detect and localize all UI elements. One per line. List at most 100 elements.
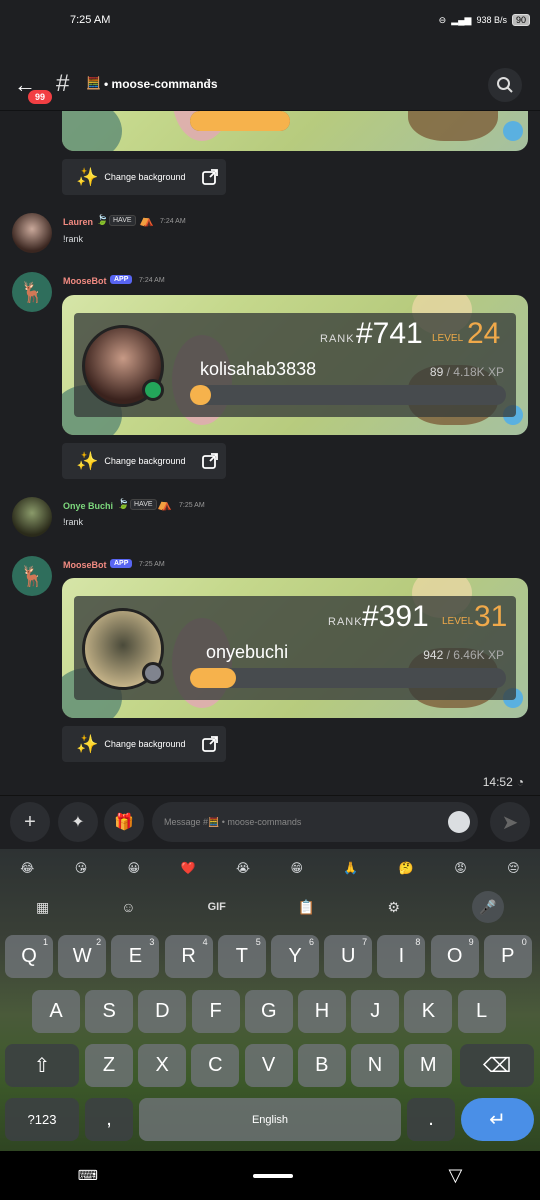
- system-nav-bar: ⌨ ▽: [0, 1151, 540, 1200]
- key-n[interactable]: N: [351, 1044, 399, 1087]
- key-y[interactable]: Y6: [271, 935, 319, 978]
- button-label: Change background: [104, 456, 186, 466]
- key-g[interactable]: G: [244, 990, 293, 1033]
- grid-icon[interactable]: ▦: [36, 899, 49, 916]
- key-l[interactable]: L: [457, 990, 506, 1033]
- shift-key[interactable]: ⇧: [5, 1044, 79, 1087]
- key-o[interactable]: O9: [430, 935, 479, 978]
- username[interactable]: Lauren: [63, 217, 93, 227]
- clipboard-icon[interactable]: 📋: [298, 899, 315, 916]
- username[interactable]: Onye Buchi: [63, 501, 113, 511]
- backspace-key[interactable]: ⌫: [460, 1044, 534, 1087]
- comma-key[interactable]: ,: [85, 1098, 133, 1141]
- key-r[interactable]: R4: [164, 935, 213, 978]
- emoji-suggestion[interactable]: 😭: [236, 861, 250, 875]
- xp-progress-fill: [190, 668, 237, 688]
- button-label: Change background: [104, 739, 186, 749]
- emoji-suggestion[interactable]: 🙏: [343, 861, 358, 875]
- rank-card[interactable]: RANK #741 LEVEL 24 kolisahab3838 89 / 4.…: [62, 295, 528, 435]
- emoji-suggestion[interactable]: 😂: [20, 861, 34, 875]
- key-e[interactable]: E3: [111, 935, 160, 978]
- enter-key[interactable]: ↵: [461, 1098, 534, 1141]
- sticker-icon[interactable]: ☺: [121, 899, 135, 915]
- rank-label: RANK: [328, 616, 363, 628]
- timestamp: 7:24 AM: [160, 218, 186, 225]
- key-w[interactable]: W2: [58, 935, 107, 978]
- settings-gear-icon[interactable]: ⚙: [387, 899, 400, 916]
- change-background-button[interactable]: ✨ Change background: [62, 443, 226, 479]
- space-key[interactable]: English: [139, 1098, 401, 1141]
- symbols-key[interactable]: ?123: [5, 1098, 79, 1141]
- emoji-suggestion[interactable]: 😔: [507, 861, 520, 875]
- hide-keyboard-icon[interactable]: ▽: [449, 1165, 463, 1186]
- key-c-label: C: [208, 1054, 223, 1076]
- period-key[interactable]: .: [407, 1098, 455, 1141]
- key-v[interactable]: V: [244, 1044, 293, 1087]
- emoji-suggestion[interactable]: 😁: [290, 861, 303, 875]
- xp-total: / 6.46K XP: [446, 648, 504, 662]
- key-t[interactable]: T5: [217, 935, 266, 978]
- moosebot-avatar[interactable]: 🦌: [12, 556, 52, 596]
- bot-name[interactable]: MooseBot: [63, 560, 107, 570]
- change-background-button[interactable]: ✨ Change background: [62, 726, 226, 762]
- key-number-hint: 2: [96, 937, 102, 947]
- bot-name[interactable]: MooseBot: [63, 276, 107, 286]
- emoji-suggestion[interactable]: 😘: [75, 861, 88, 875]
- emoji-suggestion-row: 😂 😘 😀 ❤️ 😭 😁 🙏 🤔 😡 😔: [0, 849, 540, 887]
- emoji-suggestion[interactable]: 🤔: [399, 861, 414, 875]
- key-z[interactable]: Z: [85, 1044, 133, 1087]
- key-p-label: P: [501, 945, 515, 967]
- avatar[interactable]: [12, 213, 52, 253]
- send-button[interactable]: ➤: [490, 802, 530, 842]
- period-key-label: .: [428, 1108, 434, 1130]
- button-label: Change background: [104, 172, 186, 182]
- key-z-label: Z: [102, 1054, 116, 1076]
- change-background-button[interactable]: ✨ Change background: [62, 159, 226, 195]
- key-c[interactable]: C: [191, 1044, 240, 1087]
- key-q[interactable]: Q1: [5, 935, 53, 978]
- key-m[interactable]: M: [404, 1044, 453, 1087]
- key-number-hint: 4: [202, 937, 208, 947]
- key-o-label: O: [446, 945, 463, 967]
- channel-name[interactable]: • moose-commands: [104, 77, 218, 91]
- key-a[interactable]: A: [32, 990, 80, 1033]
- key-d[interactable]: D: [138, 990, 187, 1033]
- avatar[interactable]: [12, 497, 52, 537]
- emoji-suggestion[interactable]: 😀: [128, 861, 141, 875]
- key-k[interactable]: K: [404, 990, 453, 1033]
- key-p[interactable]: P0: [483, 935, 532, 978]
- key-number-hint: 5: [255, 937, 261, 947]
- leaf-icon: 🍃: [96, 215, 109, 226]
- chevron-right-icon[interactable]: ›: [206, 73, 211, 91]
- shift-key-label: ⇧: [33, 1055, 51, 1077]
- key-i[interactable]: I8: [377, 935, 426, 978]
- moosebot-avatar[interactable]: 🦌: [12, 272, 52, 312]
- gif-button[interactable]: GIF: [208, 901, 226, 913]
- gift-button[interactable]: 🎁: [104, 802, 144, 842]
- microphone-button[interactable]: 🎤: [471, 891, 504, 923]
- key-h-label: H: [314, 1000, 330, 1022]
- key-f[interactable]: F: [191, 990, 240, 1033]
- key-number-hint: 7: [362, 937, 368, 947]
- add-attachment-button[interactable]: +: [10, 802, 50, 842]
- key-j[interactable]: J: [351, 990, 400, 1033]
- emoji-suggestion[interactable]: 😡: [454, 861, 467, 875]
- key-x[interactable]: X: [138, 1044, 187, 1087]
- search-button[interactable]: [488, 68, 522, 102]
- key-number-hint: 6: [308, 937, 314, 947]
- message-input[interactable]: Message #🧮 • moose-commands: [152, 802, 478, 842]
- key-s[interactable]: S: [85, 990, 134, 1033]
- home-bar-icon[interactable]: [253, 1173, 294, 1178]
- key-b[interactable]: B: [297, 1044, 346, 1087]
- emoji-picker-icon[interactable]: [448, 811, 470, 833]
- guild-tag: HAVE: [109, 215, 136, 226]
- key-h[interactable]: H: [298, 990, 346, 1033]
- key-u[interactable]: U7: [324, 935, 373, 978]
- rank-card[interactable]: RANK #391 LEVEL 31 onyebuchi 942 / 6.46K…: [62, 578, 528, 718]
- emoji-suggestion[interactable]: ❤️: [181, 861, 196, 875]
- keyboard-switch-icon[interactable]: ⌨: [78, 1167, 98, 1184]
- leaf-icon: 🍃: [117, 499, 130, 510]
- key-number-hint: 3: [149, 937, 155, 947]
- message-list[interactable]: ✨ Change background Lauren 🍃 HAVE ⛺ 7:24…: [0, 111, 540, 795]
- apps-button[interactable]: ✦: [58, 802, 98, 842]
